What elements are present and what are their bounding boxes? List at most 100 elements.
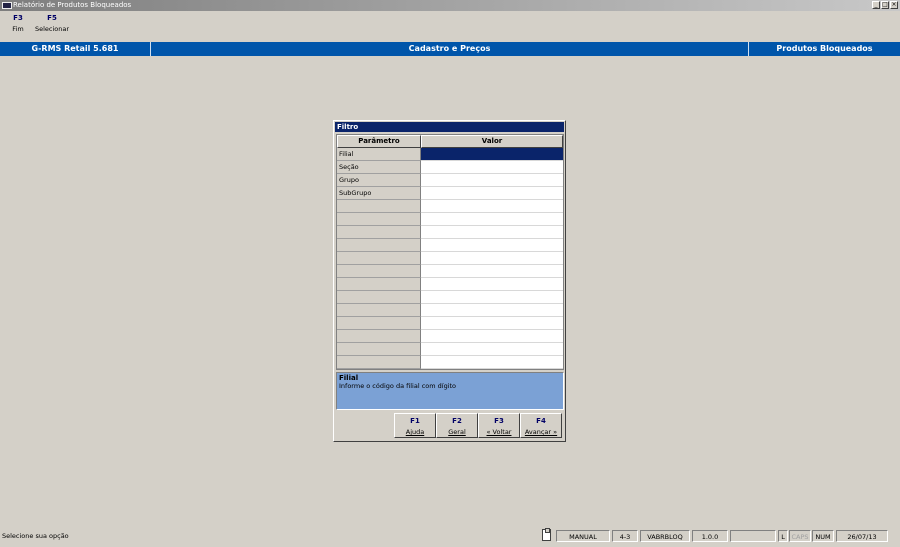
param-cell [337,304,421,317]
param-cell: Seção [337,161,421,174]
button-label: « Voltar [486,428,512,436]
window-controls: _ □ × [872,1,898,9]
table-row[interactable] [337,200,563,213]
table-row[interactable]: Seção [337,161,563,174]
status-version: 1.0.0 [692,530,728,542]
table-row[interactable] [337,291,563,304]
maximize-button[interactable]: □ [881,1,889,9]
fim-button[interactable]: F3 Fim [8,14,28,33]
status-caps: CAPS [789,530,811,542]
value-cell[interactable] [421,291,563,304]
table-row[interactable] [337,252,563,265]
status-message: Selecione sua opção [2,532,69,540]
button-key: F2 [452,417,462,425]
fkey-label: F3 [13,14,23,22]
param-cell [337,278,421,291]
value-cell[interactable] [421,304,563,317]
table-row[interactable] [337,304,563,317]
window-titlebar: Relatório de Produtos Bloqueados _ □ × [0,0,900,11]
param-cell [337,200,421,213]
help-text: Informe o código da filial com dígito [339,382,457,390]
column-header-param[interactable]: Parâmetro [337,135,421,148]
back-button[interactable]: F3 « Voltar [478,413,520,438]
help-panel: Filial Informe o código da filial com dí… [336,372,564,410]
table-row[interactable] [337,343,563,356]
status-mode: MANUAL [556,530,610,542]
param-cell: Grupo [337,174,421,187]
help-title: Filial [339,374,359,382]
status-bar: Selecione sua opção MANUAL 4-3 VABRBLOQ … [0,528,900,547]
app-icon [2,2,12,9]
close-button[interactable]: × [890,1,898,9]
param-cell [337,239,421,252]
param-cell [337,226,421,239]
value-cell[interactable] [421,239,563,252]
dialog-title: Filtro [335,122,564,132]
param-cell [337,291,421,304]
status-blank [730,530,776,542]
product-name: G-RMS Retail 5.681 [0,42,151,56]
table-row[interactable] [337,317,563,330]
param-cell [337,317,421,330]
table-row[interactable] [337,330,563,343]
param-cell [337,213,421,226]
general-button[interactable]: F2 Geral [436,413,478,438]
param-cell [337,265,421,278]
value-cell[interactable] [421,356,563,369]
param-cell [337,343,421,356]
table-row[interactable] [337,356,563,369]
table-row[interactable] [337,239,563,252]
status-program: VABRBLOQ [640,530,690,542]
parameter-grid[interactable]: Parâmetro Valor Filial Seção Grupo SubGrupo [336,134,564,370]
column-header-value[interactable]: Valor [421,135,563,148]
value-cell[interactable] [421,330,563,343]
table-row[interactable]: Filial [337,148,563,161]
selecionar-button[interactable]: F5 Selecionar [34,14,70,33]
table-row[interactable] [337,278,563,291]
table-row[interactable]: SubGrupo [337,187,563,200]
next-button[interactable]: F4 Avançar » [520,413,562,438]
module-name: Cadastro e Preços [151,42,749,56]
value-cell[interactable] [421,161,563,174]
minimize-button[interactable]: _ [872,1,880,9]
status-num: NUM [812,530,834,542]
button-key: F1 [410,417,420,425]
param-cell [337,252,421,265]
button-key: F3 [494,417,504,425]
screen-name: Produtos Bloqueados [776,44,873,53]
value-cell[interactable] [421,174,563,187]
window-title: Relatório de Produtos Bloqueados [13,1,132,9]
table-row[interactable] [337,226,563,239]
status-date: 26/07/13 [836,530,888,542]
value-cell[interactable] [421,317,563,330]
help-button[interactable]: F1 Ajuda [394,413,436,438]
param-cell [337,330,421,343]
button-key: F4 [536,417,546,425]
table-row[interactable] [337,213,563,226]
status-l: L [778,530,788,542]
button-label: Avançar » [524,428,558,436]
fkey-caption: Selecionar [34,25,70,33]
value-cell[interactable] [421,187,563,200]
value-cell[interactable] [421,278,563,291]
table-row[interactable]: Grupo [337,174,563,187]
fkey-caption: Fim [12,25,24,33]
value-cell[interactable] [421,265,563,278]
value-cell[interactable] [421,343,563,356]
value-cell[interactable] [421,213,563,226]
value-cell[interactable] [421,148,563,161]
button-label: Ajuda [405,428,425,436]
fkey-label: F5 [47,14,57,22]
info-bar: G-RMS Retail 5.681 Cadastro e Preços Pro… [0,42,900,56]
table-row[interactable] [337,265,563,278]
value-cell[interactable] [421,226,563,239]
status-code: 4-3 [612,530,638,542]
filter-dialog: Filtro Parâmetro Valor Filial Seção Grupo S… [333,120,566,442]
clipboard-icon [542,528,551,541]
value-cell[interactable] [421,200,563,213]
button-label: Geral [448,428,466,436]
dialog-buttons: F1 Ajuda F2 Geral F3 « Voltar F4 Avançar… [394,413,562,438]
param-cell: Filial [337,148,421,161]
value-cell[interactable] [421,252,563,265]
param-cell: SubGrupo [337,187,421,200]
